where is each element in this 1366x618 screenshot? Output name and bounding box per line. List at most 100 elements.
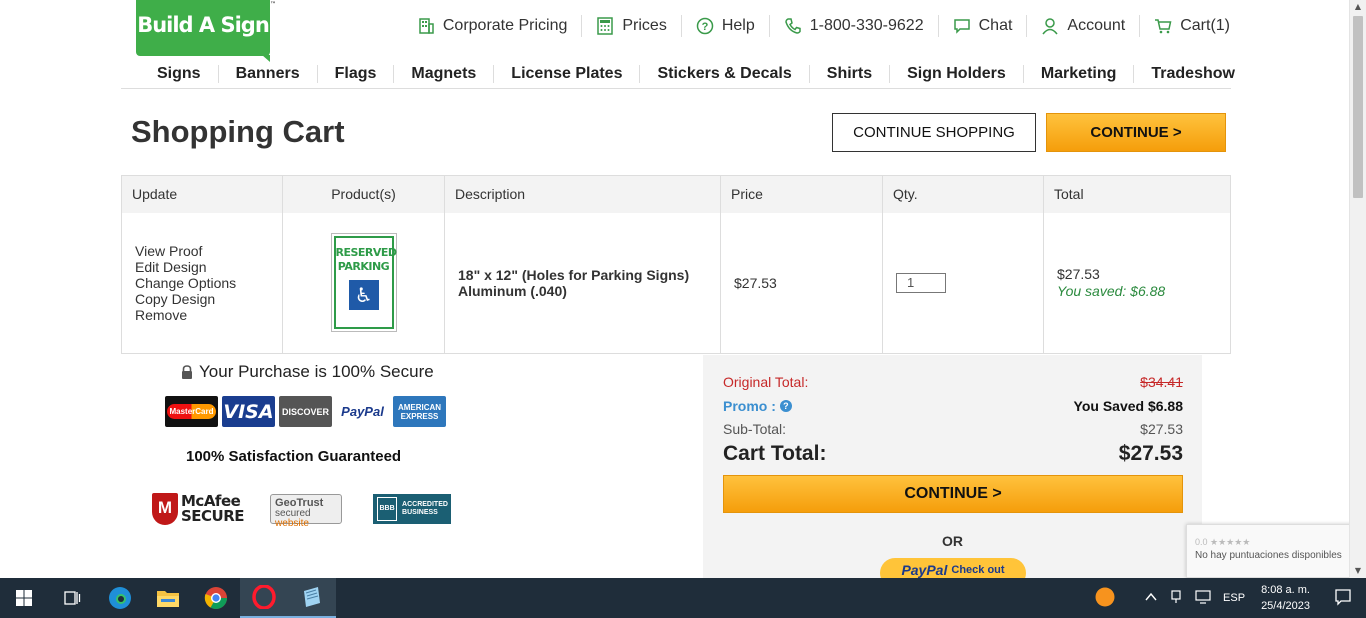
continue-shopping-button[interactable]: CONTINUE SHOPPING (832, 113, 1036, 152)
display-button[interactable] (1189, 589, 1217, 607)
promo-saved: You Saved $6.88 (1073, 398, 1183, 414)
order-summary: Original Total: $34.41 Promo :? You Save… (703, 355, 1202, 578)
edit-design-link[interactable]: Edit Design (135, 259, 282, 275)
svg-text:?: ? (701, 21, 708, 33)
mcafee-shield-icon: M (152, 493, 178, 525)
cart-link[interactable]: Cart(1) (1139, 15, 1230, 37)
nav-signs[interactable]: Signs (121, 65, 218, 83)
copy-design-link[interactable]: Copy Design (135, 291, 282, 307)
account-link[interactable]: Account (1026, 15, 1139, 37)
geotrust-badge[interactable]: GeoTrust secured website (270, 494, 343, 529)
monitor-icon (1195, 589, 1211, 604)
sign-text-line2: PARKING (337, 260, 390, 274)
nav-shirts[interactable]: Shirts (808, 65, 889, 83)
product-thumbnail[interactable]: RESERVED PARKING ♿ (330, 233, 398, 333)
continue-button-summary[interactable]: CONTINUE > (723, 475, 1183, 513)
nav-magnets[interactable]: Magnets (393, 65, 493, 83)
column-description: Description (444, 175, 721, 213)
item-total: $27.53 (1057, 265, 1100, 282)
notepad-icon (304, 587, 320, 607)
nav-license-plates[interactable]: License Plates (493, 65, 639, 83)
rating-value: 0.0 (1195, 537, 1208, 547)
nav-tradeshow[interactable]: Tradeshow (1133, 65, 1235, 83)
chat-link[interactable]: Chat (937, 15, 1027, 37)
visa-logo: VISA (222, 396, 275, 427)
paypal-checkout-button[interactable]: PayPal Check out (880, 558, 1026, 578)
table-header-row: Update Product(s) Description Price Qty.… (121, 175, 1231, 213)
desc-line1: 18" x 12" (Holes for Parking Signs) (458, 266, 690, 283)
scroll-down-arrow-icon[interactable]: ▼ (1350, 564, 1366, 578)
lock-icon (182, 365, 192, 379)
sign-text-line1: RESERVED (335, 246, 398, 260)
table-row: View Proof Edit Design Change Options Co… (121, 212, 1231, 354)
item-total-cell: $27.53 You saved: $6.88 (1043, 212, 1231, 354)
promo-link[interactable]: Promo :? (723, 398, 792, 414)
item-actions: View Proof Edit Design Change Options Co… (121, 212, 283, 354)
scrollbar-thumb[interactable] (1353, 16, 1363, 198)
continue-button-top[interactable]: CONTINUE > (1046, 113, 1226, 152)
folder-icon (157, 591, 179, 607)
nav-sign-holders[interactable]: Sign Holders (889, 65, 1023, 83)
notepad-taskbar-app[interactable] (288, 578, 336, 618)
payment-cards: MasterCard VISA DISCOVER PayPal AMERICAN… (165, 396, 446, 427)
link-label: Chat (978, 17, 1013, 34)
subtotal-row: Sub-Total: $27.53 (723, 421, 1183, 437)
status-orb[interactable] (1089, 587, 1139, 610)
mastercard-logo: MasterCard (165, 396, 218, 427)
change-options-link[interactable]: Change Options (135, 275, 282, 291)
original-total-value: $34.41 (1140, 374, 1183, 390)
nav-flags[interactable]: Flags (316, 65, 394, 83)
nav-banners[interactable]: Banners (217, 65, 317, 83)
file-explorer-taskbar-app[interactable] (144, 578, 192, 618)
rating-widget[interactable]: 0.0 ★★★★★ No hay puntuaciones disponible… (1186, 524, 1366, 578)
cart-total-row: Cart Total: $27.53 (723, 442, 1183, 466)
tray-expand-button[interactable] (1139, 592, 1163, 605)
scroll-up-arrow-icon[interactable]: ▲ (1350, 0, 1366, 14)
buildasign-logo[interactable]: Build A Sign ™ (136, 0, 276, 62)
top-links: Corporate Pricing Prices ? Help 1-800-33… (403, 14, 1230, 38)
bbb-torch-icon: BBB (377, 497, 398, 521)
help-link[interactable]: ? Help (680, 15, 769, 37)
cart-total-label: Cart Total: (723, 442, 827, 465)
vertical-scrollbar[interactable]: ▲ ▼ (1349, 0, 1366, 578)
clock[interactable]: 8:08 a. m. 25/4/2023 (1251, 582, 1320, 614)
corporate-pricing-link[interactable]: Corporate Pricing (403, 15, 582, 37)
link-label: Corporate Pricing (442, 17, 568, 34)
network-button[interactable] (1163, 589, 1189, 607)
help-circle-icon[interactable]: ? (779, 400, 792, 412)
link-label: Prices (622, 17, 667, 34)
notifications-button[interactable] (1320, 588, 1366, 609)
prices-link[interactable]: Prices (581, 15, 680, 37)
product-cell: RESERVED PARKING ♿ (282, 212, 445, 354)
view-proof-link[interactable]: View Proof (135, 243, 282, 259)
edge-taskbar-app[interactable] (96, 578, 144, 618)
desc-line2: Aluminum (.040) (458, 282, 567, 299)
mcafee-badge[interactable]: M McAfee SECURE (152, 493, 245, 525)
nav-stickers-decals[interactable]: Stickers & Decals (639, 65, 808, 83)
secure-text: Your Purchase is 100% Secure (199, 362, 434, 381)
chevron-up-icon (1145, 592, 1157, 600)
nav-marketing[interactable]: Marketing (1022, 65, 1134, 83)
column-price: Price (720, 175, 883, 213)
logo-text: Build A Sign (137, 13, 270, 37)
item-price: $27.53 (720, 212, 883, 354)
or-divider: OR (942, 533, 963, 549)
chrome-taskbar-app[interactable] (192, 578, 240, 618)
promo-row: Promo :? You Saved $6.88 (723, 398, 1183, 414)
main-nav: Signs Banners Flags Magnets License Plat… (121, 60, 1235, 89)
link-label: Account (1067, 17, 1126, 34)
language-indicator[interactable]: ESP (1217, 592, 1251, 604)
opera-taskbar-app[interactable] (240, 578, 288, 618)
remove-link[interactable]: Remove (135, 307, 282, 323)
windows-taskbar: ESP 8:08 a. m. 25/4/2023 (0, 578, 1366, 618)
user-icon (1042, 18, 1058, 35)
quantity-input[interactable] (896, 272, 946, 293)
bbb-badge[interactable]: BBB ACCREDITED BUSINESS (373, 494, 452, 524)
help-circle-icon: ? (696, 17, 714, 35)
phone-link[interactable]: 1-800-330-9622 (768, 15, 938, 37)
paypal-logo: PayPal (336, 396, 389, 427)
start-button[interactable] (0, 578, 48, 618)
discover-logo: DISCOVER (279, 396, 332, 427)
secure-purchase: Your Purchase is 100% Secure (180, 362, 434, 382)
task-view-button[interactable] (48, 578, 96, 618)
